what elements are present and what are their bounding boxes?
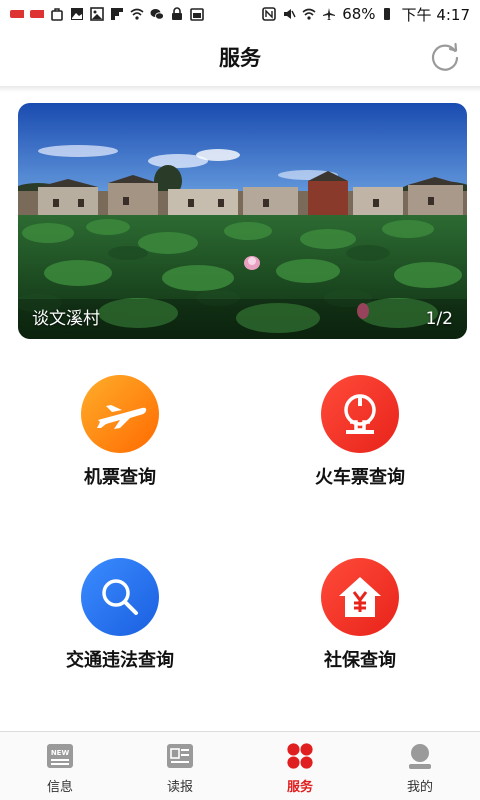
nav-label: 我的 xyxy=(406,780,433,795)
battery-percent: 68% xyxy=(342,5,376,23)
social-security-service-icon xyxy=(321,558,399,636)
header: 服务 xyxy=(0,28,480,86)
airplane-icon xyxy=(97,405,147,429)
railway-icon xyxy=(344,394,376,434)
flipboard-icon xyxy=(111,8,123,20)
service-traffic-violation-query[interactable]: 交通违法查询 xyxy=(20,558,220,672)
nav-item-news[interactable]: NEW 信息 xyxy=(0,732,120,800)
train-service-icon xyxy=(321,375,399,453)
status-bar: 68% 下午 4:17 xyxy=(0,0,480,28)
clock: 下午 4:17 xyxy=(401,5,470,24)
search-icon xyxy=(102,579,138,615)
nav-label: 服务 xyxy=(286,780,313,795)
calendar-icon xyxy=(190,8,204,21)
service-label: 社保查询 xyxy=(324,650,396,671)
services-dots-icon xyxy=(286,742,314,770)
app-logo-icon xyxy=(10,10,24,18)
flight-service-icon xyxy=(81,375,159,453)
wifi-icon xyxy=(302,8,316,20)
bottom-nav: NEW 信息 读报 服务 我的 xyxy=(0,731,480,800)
lock-icon xyxy=(172,7,182,20)
profile-icon xyxy=(406,742,434,770)
refresh-icon xyxy=(431,42,459,71)
nav-label: 读报 xyxy=(166,780,193,795)
service-train-query[interactable]: 火车票查询 xyxy=(260,375,460,489)
service-label: 交通违法查询 xyxy=(66,650,174,671)
battery-icon xyxy=(383,8,390,20)
wifi-shield-icon xyxy=(130,8,144,20)
banner-caption: 谈文溪村 xyxy=(32,309,100,329)
news-icon: NEW xyxy=(46,742,74,770)
image-icon xyxy=(71,8,83,20)
airplane-mode-icon xyxy=(323,8,336,20)
traffic-service-icon xyxy=(81,558,159,636)
status-notifications xyxy=(10,7,204,21)
app-logo-icon xyxy=(30,10,44,18)
yuan-house-icon xyxy=(339,577,381,617)
service-flight-query[interactable]: 机票查询 xyxy=(20,375,220,489)
mute-icon xyxy=(284,9,296,19)
refresh-button[interactable] xyxy=(428,40,462,74)
service-social-security-query[interactable]: 社保查询 xyxy=(260,558,460,672)
header-divider xyxy=(0,86,480,92)
image-icon xyxy=(90,7,104,21)
nfc-icon xyxy=(262,7,277,21)
nav-label: 信息 xyxy=(46,780,73,795)
service-label: 机票查询 xyxy=(84,467,156,488)
service-label: 火车票查询 xyxy=(315,467,405,488)
newspaper-icon xyxy=(166,742,194,770)
status-system: 68% 下午 4:17 xyxy=(262,4,470,25)
svg-text:NEW: NEW xyxy=(51,749,70,757)
wechat-icon xyxy=(150,9,164,20)
bag-icon xyxy=(51,8,63,21)
nav-item-services[interactable]: 服务 xyxy=(240,732,360,800)
page-title: 服务 xyxy=(219,46,261,70)
banner-carousel[interactable]: 谈文溪村 1/2 xyxy=(18,103,467,339)
nav-item-profile[interactable]: 我的 xyxy=(360,732,480,800)
nav-item-read-paper[interactable]: 读报 xyxy=(120,732,240,800)
banner-page-indicator: 1/2 xyxy=(425,309,453,329)
